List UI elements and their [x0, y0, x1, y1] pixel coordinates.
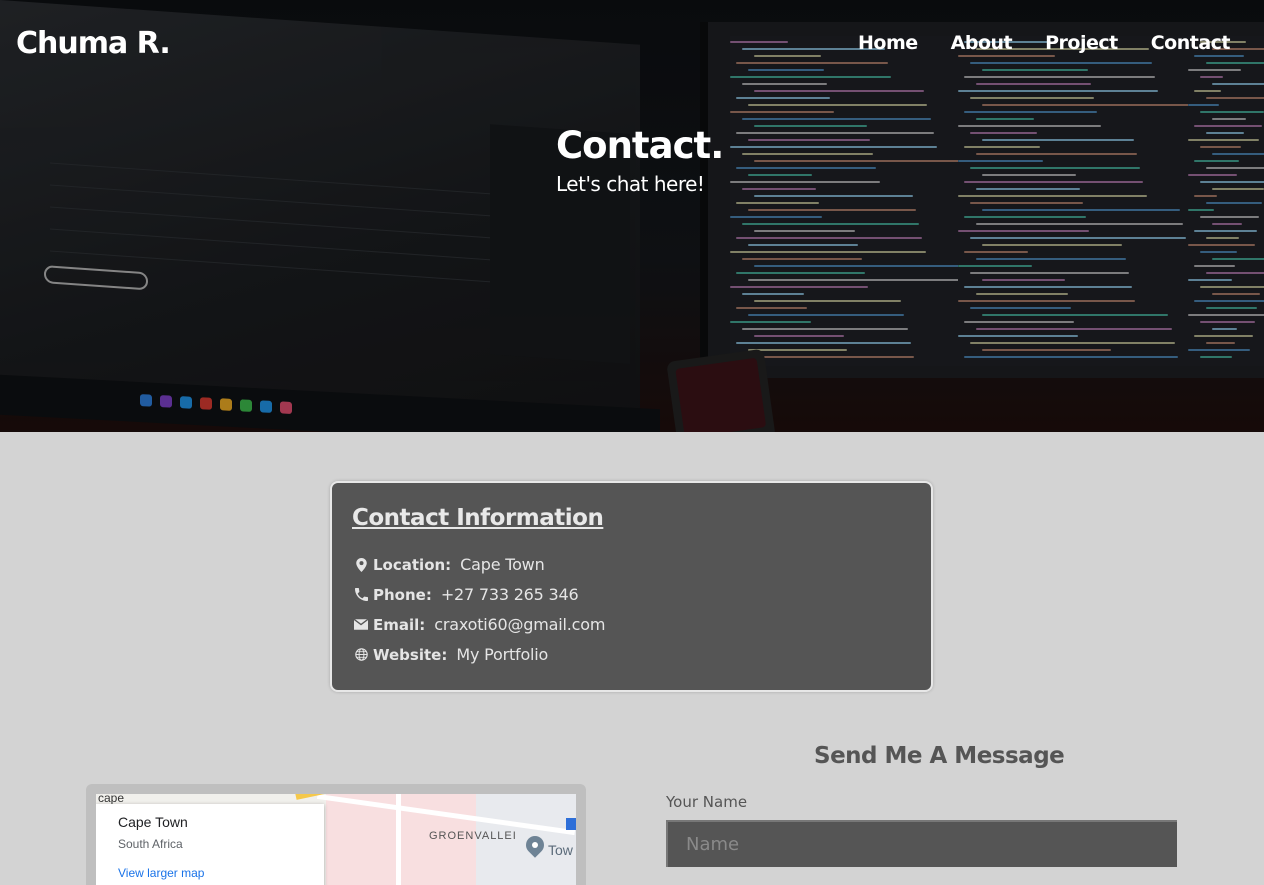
nav-about-link[interactable]: About [951, 32, 1013, 54]
main-nav: Home About Project Contact [858, 32, 1230, 54]
map-place-card: Cape Town South Africa View larger map [96, 804, 324, 885]
page-subtitle: Let's chat here! [556, 172, 705, 196]
nav-home-link[interactable]: Home [858, 32, 918, 54]
website-link[interactable]: My Portfolio [456, 645, 548, 664]
contact-email: Email: craxoti60@gmail.com [354, 615, 605, 634]
site-logo[interactable]: Chuma R. [16, 26, 171, 61]
phone-label: Phone: [373, 585, 432, 604]
contact-info-title: Contact Information [352, 505, 604, 531]
name-input[interactable] [666, 820, 1177, 867]
map-marker-icon [566, 818, 576, 830]
contact-location: Location: Cape Town [354, 555, 545, 574]
name-field-label: Your Name [666, 793, 748, 811]
contact-website: Website: My Portfolio [354, 645, 548, 664]
phone-icon [354, 587, 368, 603]
nav-project-link[interactable]: Project [1045, 32, 1118, 54]
map-place-title: Cape Town [118, 814, 188, 830]
map-embed[interactable]: cape GROENVALLEI Tow Cape Town South Afr… [96, 794, 576, 885]
message-form-title: Send Me A Message [814, 743, 1065, 769]
view-larger-map-link[interactable]: View larger map [118, 866, 204, 880]
contact-info-card: Contact Information Location: Cape Town … [330, 481, 933, 692]
page-title: Contact. [556, 124, 724, 167]
map-label-town: Tow [548, 842, 573, 858]
nav-contact-link[interactable]: Contact [1151, 32, 1231, 54]
location-value: Cape Town [460, 555, 545, 574]
phone-value[interactable]: +27 733 265 346 [441, 585, 579, 604]
website-label: Website: [373, 645, 448, 664]
map-label-groenvallei: GROENVALLEI [429, 830, 517, 842]
map-place-subtitle: South Africa [118, 837, 183, 851]
email-label: Email: [373, 615, 426, 634]
location-pin-icon [354, 557, 368, 573]
map-embed-frame: cape GROENVALLEI Tow Cape Town South Afr… [86, 784, 586, 885]
globe-icon [354, 647, 368, 663]
email-icon [354, 617, 368, 633]
email-value[interactable]: craxoti60@gmail.com [434, 615, 605, 634]
hero-banner: Chuma R. Home About Project Contact Cont… [0, 0, 1264, 432]
location-label: Location: [373, 555, 452, 574]
contact-phone: Phone: +27 733 265 346 [354, 585, 579, 604]
